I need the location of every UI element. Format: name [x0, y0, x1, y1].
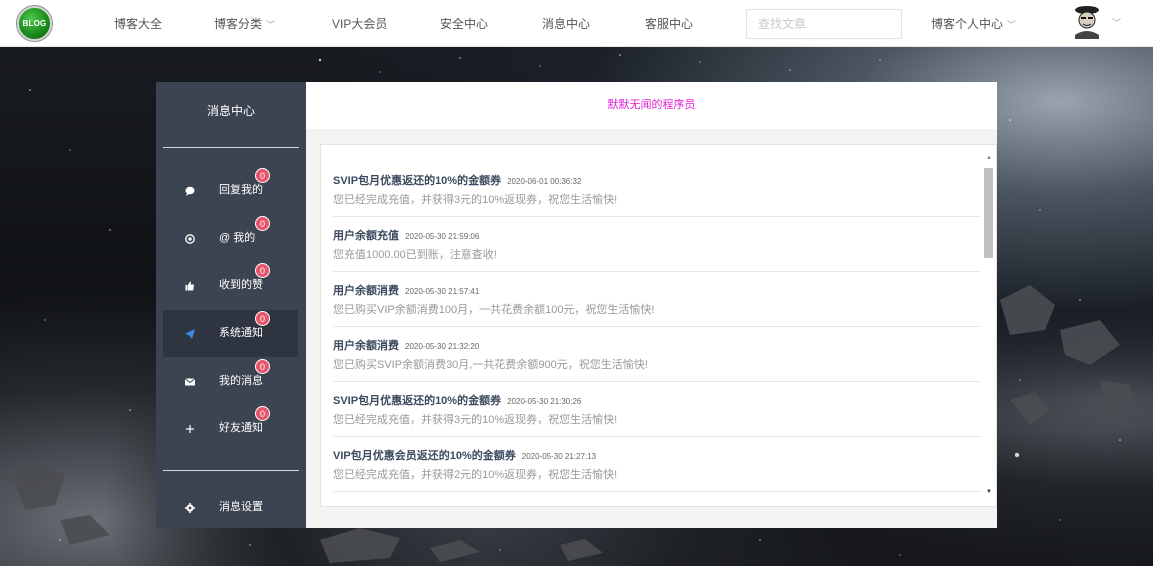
- list-item[interactable]: SVIP包月优惠返还的10%的金额券 2020-05-30 21:30:26 您已…: [333, 382, 981, 437]
- search-input[interactable]: [746, 9, 902, 39]
- panel-header-username: 默默无闻的程序员: [306, 82, 997, 129]
- list-item[interactable]: SVIP包月优惠返还的10%的金额券 2020-06-01 00:36:32 您已…: [333, 162, 981, 217]
- message-title: SVIP包月优惠返还的10%的金额券: [333, 395, 502, 407]
- unread-count-badge: 0: [255, 311, 270, 326]
- message-title: 用户余额充值: [333, 230, 399, 242]
- message-body: 您已经完成充值，并获得2元的10%返现券，祝您生活愉快!: [333, 469, 618, 481]
- nav-security-center-label: 安全中心: [440, 17, 489, 31]
- chevron-down-icon: ﹀: [266, 20, 276, 30]
- list-item[interactable]: 用户余额消费 2020-05-30 21:32:20 您已购买SVIP余额消费30…: [333, 327, 981, 382]
- scrollbar-thumb[interactable]: [984, 168, 993, 258]
- user-avatar-icon[interactable]: [1069, 3, 1105, 39]
- message-title-line: VIP包月优惠会员返还的10%的金额券 2020-05-30 21:27:13: [333, 447, 596, 463]
- nav-blog-directory[interactable]: 博客大全: [114, 15, 162, 32]
- message-title-line: SVIP包月优惠返还的10%的金额券 2020-05-30 21:30:26: [333, 392, 581, 408]
- sidebar-item-replies[interactable]: 回复我的 0: [163, 167, 298, 214]
- message-body: 您已经完成充值，并获得3元的10%返现券，祝您生活愉快!: [333, 414, 618, 426]
- sidebar-item-label: 收到的赞: [219, 279, 263, 291]
- message-timestamp: 2020-05-30 21:30:26: [507, 397, 582, 406]
- list-item[interactable]: VIP包月优惠会员返还的10%的金额券 2020-05-30 21:27:13 您…: [333, 437, 981, 492]
- nav-blog-categories[interactable]: 博客分类 ﹀: [214, 15, 275, 32]
- sidebar-item-mentions[interactable]: @ 我的 0: [163, 215, 298, 262]
- blog-logo[interactable]: BLOG: [17, 6, 52, 41]
- system-notification-list[interactable]: SVIP包月优惠返还的10%的金额券 2020-06-01 00:36:32 您已…: [320, 144, 997, 507]
- message-timestamp: 2020-05-30 21:27:13: [521, 452, 597, 461]
- message-timestamp: 2020-05-30 21:57:41: [405, 287, 480, 296]
- sidebar-item-label: 消息设置: [219, 501, 263, 513]
- message-title-line: SVIP包月优惠返还的10%的金额券 2020-06-01 00:36:32: [333, 172, 581, 188]
- sidebar-item-likes[interactable]: 收到的赞 0: [163, 262, 298, 309]
- nav-message-center-label: 消息中心: [542, 17, 591, 31]
- unread-count-badge: 0: [255, 216, 270, 231]
- unread-count-badge: 0: [255, 168, 270, 183]
- gear-icon: [185, 503, 195, 513]
- nav-user-center[interactable]: 博客个人中心 ﹀: [931, 15, 1016, 32]
- divider: [163, 147, 299, 148]
- nav-customer-service-label: 客服中心: [645, 17, 694, 31]
- unread-count-badge: 0: [255, 359, 270, 374]
- list-item[interactable]: 用户余额消费 2020-05-30 21:57:41 您已购买VIP余额消费100…: [333, 272, 981, 327]
- chevron-down-icon: ﹀: [1007, 20, 1017, 30]
- nav-vip-membership[interactable]: VIP大会员: [332, 15, 387, 32]
- sidebar-item-message-settings[interactable]: 消息设置: [163, 484, 298, 531]
- divider: [163, 470, 299, 471]
- nav-user-center-label: 博客个人中心: [931, 17, 1004, 31]
- message-body: 您充值1000.00已到账，注意查收!: [333, 249, 497, 261]
- message-body: 您已购买VIP余额消费100月，一共花费余额100元，祝您生活愉快!: [333, 304, 655, 316]
- at-icon: [185, 234, 195, 244]
- envelope-icon: [185, 377, 195, 387]
- notifications-panel: 默默无闻的程序员 SVIP包月优惠返还的10%的金额券 2020-06-01 00…: [306, 82, 997, 528]
- message-title: SVIP包月优惠返还的10%的金额券: [333, 175, 502, 187]
- message-timestamp: 2020-06-01 00:36:32: [507, 177, 582, 186]
- unread-count-badge: 0: [255, 406, 270, 421]
- chevron-down-icon[interactable]: ﹀: [1112, 16, 1121, 29]
- message-title-line: 用户余额消费 2020-05-30 21:57:41: [333, 282, 479, 298]
- message-title: 用户余额消费: [333, 340, 399, 352]
- nav-security-center[interactable]: 安全中心: [440, 15, 488, 32]
- sidebar-item-friend-notifications[interactable]: 好友通知 0: [163, 405, 298, 452]
- sidebar-item-label: 我的消息: [219, 375, 263, 387]
- sidebar-item-label: @ 我的: [219, 232, 256, 244]
- sidebar-item-my-messages[interactable]: 我的消息 0: [163, 358, 298, 405]
- message-title: VIP包月优惠会员返还的10%的金额券: [333, 450, 516, 462]
- scroll-up-arrow-icon[interactable]: ▲: [986, 155, 992, 161]
- nav-customer-service[interactable]: 客服中心: [645, 15, 693, 32]
- top-navigation-bar: BLOG 博客大全 博客分类﹀ VIP大会员 安全中心 消息中心 客服中心 博客…: [0, 0, 1153, 47]
- sidebar-title: 消息中心: [206, 104, 255, 118]
- sidebar-item-system-notifications[interactable]: 系统通知 0: [163, 310, 298, 357]
- nav-vip-membership-label: VIP大会员: [332, 17, 388, 31]
- message-center-sidebar: 消息中心 回复我的 0 @ 我的 0 收到的赞 0 系统通知 0 我的消息 0: [156, 82, 306, 528]
- paper-plane-icon: [185, 329, 195, 339]
- sidebar-item-label: 好友通知: [219, 422, 263, 434]
- nav-message-center[interactable]: 消息中心: [542, 15, 590, 32]
- message-body: 您已经完成充值，并获得3元的10%返现券，祝您生活愉快!: [333, 194, 618, 206]
- sidebar-item-label: 系统通知: [219, 327, 263, 339]
- message-body: 您已购买SVIP余额消费30月,一共花费余额900元，祝您生活愉快!: [333, 359, 648, 371]
- nav-blog-categories-label: 博客分类: [214, 17, 263, 31]
- comment-icon: [185, 186, 195, 196]
- scroll-down-arrow-icon[interactable]: ▼: [986, 489, 992, 495]
- message-title-line: 用户余额消费 2020-05-30 21:32:20: [333, 337, 479, 353]
- message-title-line: 用户余额充值 2020-05-30 21:59:06: [333, 227, 479, 243]
- sidebar-item-label: 回复我的: [219, 184, 263, 196]
- message-title: 用户余额消费: [333, 285, 399, 297]
- vertical-scrollbar[interactable]: ▲ ▼: [984, 155, 993, 495]
- plus-icon: [185, 424, 195, 434]
- message-timestamp: 2020-05-30 21:59:06: [405, 232, 480, 241]
- list-item[interactable]: 用户余额充值 2020-05-30 21:59:06 您充值1000.00已到账，…: [333, 217, 981, 272]
- unread-count-badge: 0: [255, 263, 270, 278]
- nav-blog-directory-label: 博客大全: [114, 17, 163, 31]
- message-timestamp: 2020-05-30 21:32:20: [405, 342, 480, 351]
- thumbs-up-icon: [185, 281, 195, 291]
